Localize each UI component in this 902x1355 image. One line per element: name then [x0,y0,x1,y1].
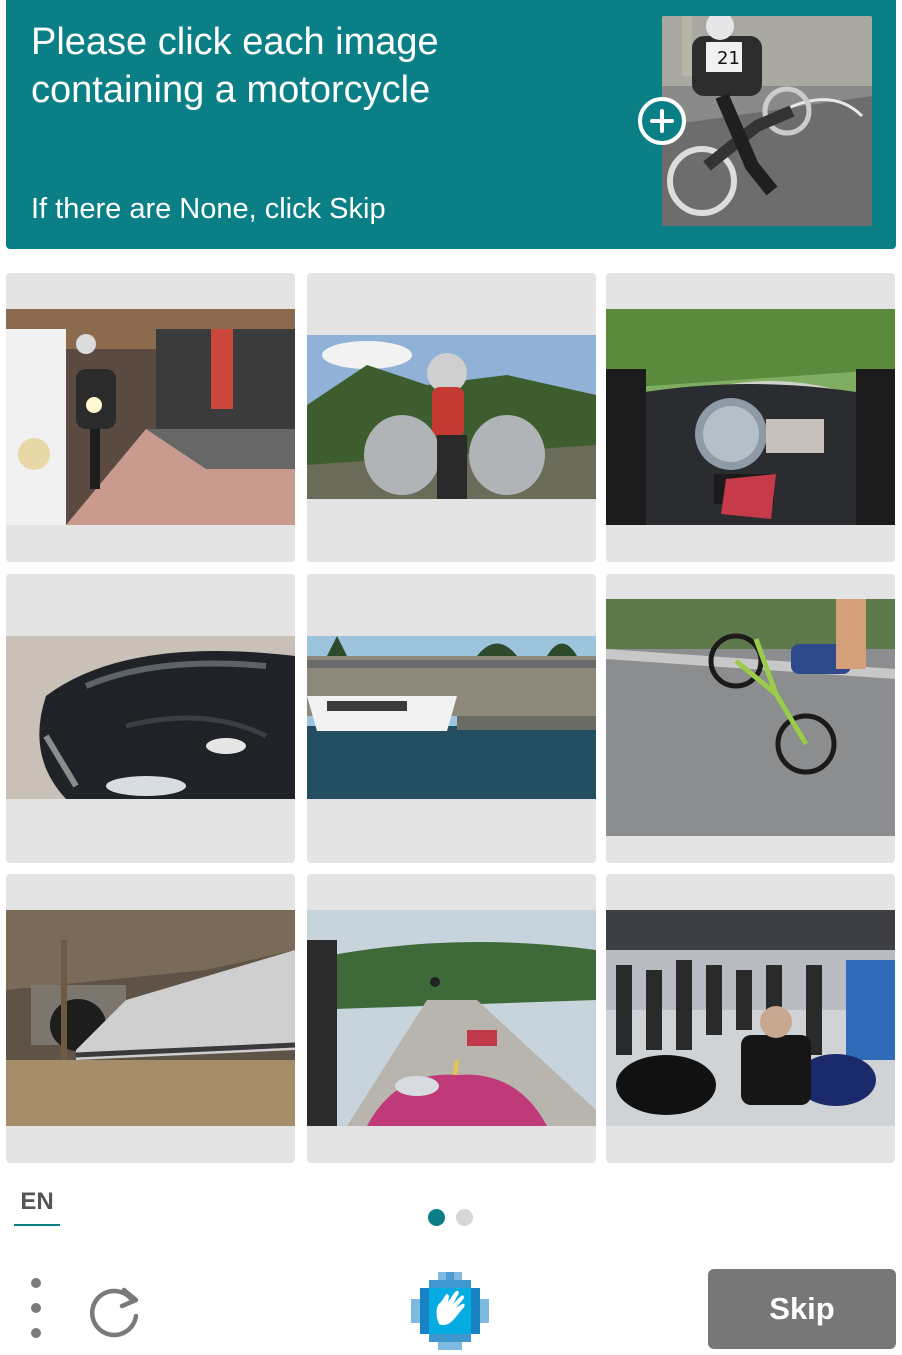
image-scooter-pov-road [307,910,596,1126]
tile-boat-at-harbor[interactable] [307,574,596,863]
image-motorcycle-dashboard [606,309,895,525]
hcaptcha-hand-logo-icon [411,1272,489,1350]
challenge-header: Please click each image containing a mot… [6,0,896,249]
tile-scooter-pov-road[interactable] [307,874,596,1163]
page-dot-1 [428,1209,445,1226]
page-dot-2 [456,1209,473,1226]
svg-text:21: 21 [717,48,740,69]
language-selector[interactable]: EN [14,1186,60,1226]
example-image: 21 [662,16,872,226]
tile-motorcycle-show-crowd[interactable] [606,874,895,1163]
add-example-button[interactable] [638,97,686,145]
vertical-dots-icon[interactable] [24,1278,48,1338]
tile-motorcycle-dashboard[interactable] [606,273,895,562]
hcaptcha-logo[interactable] [411,1272,489,1350]
tile-rider-pov-motorcycle[interactable] [307,273,596,562]
tile-bicycle-wheelie[interactable] [606,574,895,863]
challenge-prompt: Please click each image containing a mot… [31,21,439,111]
plus-icon [650,109,674,133]
image-bicycle-wheelie [606,599,895,836]
example-motorcycle-illustration: 21 [662,16,872,226]
image-rider-pov-motorcycle [307,335,596,499]
image-freight-train-tunnel [6,910,295,1126]
refresh-icon [90,1287,139,1338]
image-boat-at-harbor [307,636,596,799]
pagination-dots [428,1209,473,1226]
tile-black-car-hood[interactable] [6,574,295,863]
image-motorcycle-at-storefront [6,309,295,525]
skip-button[interactable]: Skip [708,1269,896,1349]
refresh-button[interactable] [86,1280,146,1340]
challenge-hint: If there are None, click Skip [31,193,386,225]
tile-motorcycle-at-storefront[interactable] [6,273,295,562]
tile-freight-train-tunnel[interactable] [6,874,295,1163]
image-black-car-hood [6,636,295,799]
image-motorcycle-show-crowd [606,910,895,1126]
